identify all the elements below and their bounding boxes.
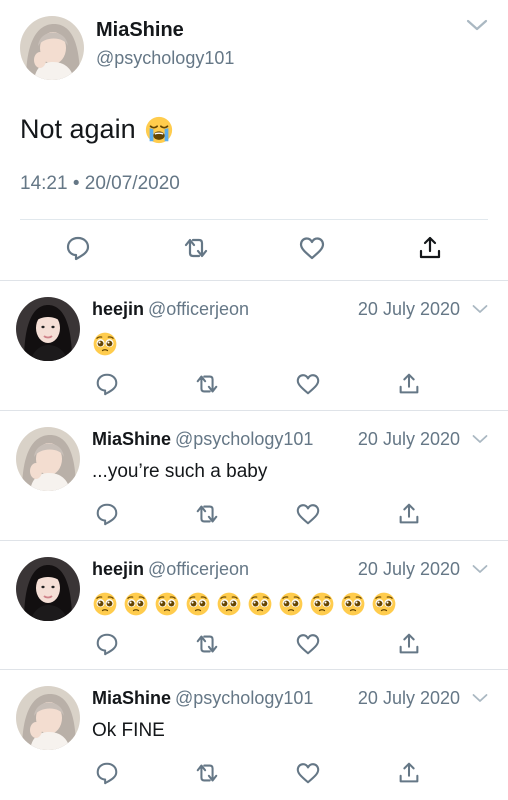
tweet-text [92,591,397,617]
main-tweet: MiaShine @psychology101 Not again 14:21 … [0,0,508,280]
share-icon[interactable] [396,501,422,527]
like-icon[interactable] [295,501,321,527]
tweet-actions [0,234,508,266]
avatar[interactable] [20,16,84,80]
pleading-face-icon [278,591,304,617]
reply-tweet: heejin @officerjeon 20 July 2020 [0,281,508,411]
like-icon[interactable] [295,760,321,786]
share-icon[interactable] [396,631,422,657]
pleading-face-icon [154,591,180,617]
author-name[interactable]: heejin [92,559,144,579]
author-name[interactable]: MiaShine [92,688,171,708]
chevron-down-icon[interactable] [466,18,488,32]
pleading-face-icon [123,591,149,617]
avatar[interactable] [16,297,80,361]
tweet-text [92,331,118,357]
tweet-text-content: Not again [20,114,136,144]
author-handle[interactable]: @psychology101 [175,429,313,449]
retweet-icon[interactable] [182,234,210,262]
pleading-face-icon [247,591,273,617]
tweet-text-content: ...you’re such a baby [92,461,268,482]
reply-icon[interactable] [94,371,120,397]
tweet-actions [0,501,508,529]
retweet-icon[interactable] [194,501,220,527]
like-icon[interactable] [295,631,321,657]
tweet-actions [0,631,508,659]
avatar[interactable] [16,427,80,491]
author-handle[interactable]: @psychology101 [175,688,313,708]
tweet-text: Ok FINE [92,720,165,742]
divider [20,219,488,220]
author-handle[interactable]: @psychology101 [96,48,234,69]
reply-header: MiaShine @psychology101 20 July 2020 [92,429,494,451]
reply-header: heejin @officerjeon 20 July 2020 [92,559,494,581]
tweet-date[interactable]: 20 July 2020 [358,429,460,450]
pleading-face-icon [309,591,335,617]
like-icon[interactable] [298,234,326,262]
pleading-face-icon [185,591,211,617]
reply-tweet: heejin @officerjeon 20 July 2020 [0,541,508,671]
avatar[interactable] [16,557,80,621]
author-handle[interactable]: @officerjeon [148,559,249,579]
author-name[interactable]: MiaShine [92,429,171,449]
reply-header: heejin @officerjeon 20 July 2020 [92,299,494,321]
pleading-face-icon [340,591,366,617]
reply-icon[interactable] [94,501,120,527]
author-name[interactable]: heejin [92,299,144,319]
author-handle[interactable]: @officerjeon [148,299,249,319]
tweet-timestamp[interactable]: 14:21 • 20/07/2020 [20,173,180,195]
retweet-icon[interactable] [194,371,220,397]
pleading-face-icon [92,591,118,617]
chevron-down-icon[interactable] [472,564,488,574]
chevron-down-icon[interactable] [472,434,488,444]
tweet-text: ...you’re such a baby [92,461,267,483]
pleading-face-icon [371,591,397,617]
reply-tweet: MiaShine @psychology101 20 July 2020 Ok F… [0,670,508,800]
tweet-text-content: Ok FINE [92,720,165,741]
tweet-actions [0,371,508,399]
author-name[interactable]: MiaShine [96,19,184,42]
pleading-face-icon [92,331,118,357]
chevron-down-icon[interactable] [472,304,488,314]
tweet-date[interactable]: 20 July 2020 [358,299,460,320]
avatar[interactable] [16,686,80,750]
retweet-icon[interactable] [194,760,220,786]
reply-icon[interactable] [94,631,120,657]
chevron-down-icon[interactable] [472,693,488,703]
tweet-date[interactable]: 20 July 2020 [358,559,460,580]
tweet-text: Not again [20,114,174,145]
loudly-crying-face-icon [144,115,174,145]
reply-header: MiaShine @psychology101 20 July 2020 [92,688,494,710]
tweet-actions [0,760,508,788]
share-icon[interactable] [396,760,422,786]
reply-icon[interactable] [64,234,92,262]
share-icon[interactable] [396,371,422,397]
share-icon[interactable] [416,234,444,262]
retweet-icon[interactable] [194,631,220,657]
reply-tweet: MiaShine @psychology101 20 July 2020 ...y… [0,411,508,541]
pleading-face-icon [216,591,242,617]
tweet-date[interactable]: 20 July 2020 [358,688,460,709]
like-icon[interactable] [295,371,321,397]
reply-icon[interactable] [94,760,120,786]
